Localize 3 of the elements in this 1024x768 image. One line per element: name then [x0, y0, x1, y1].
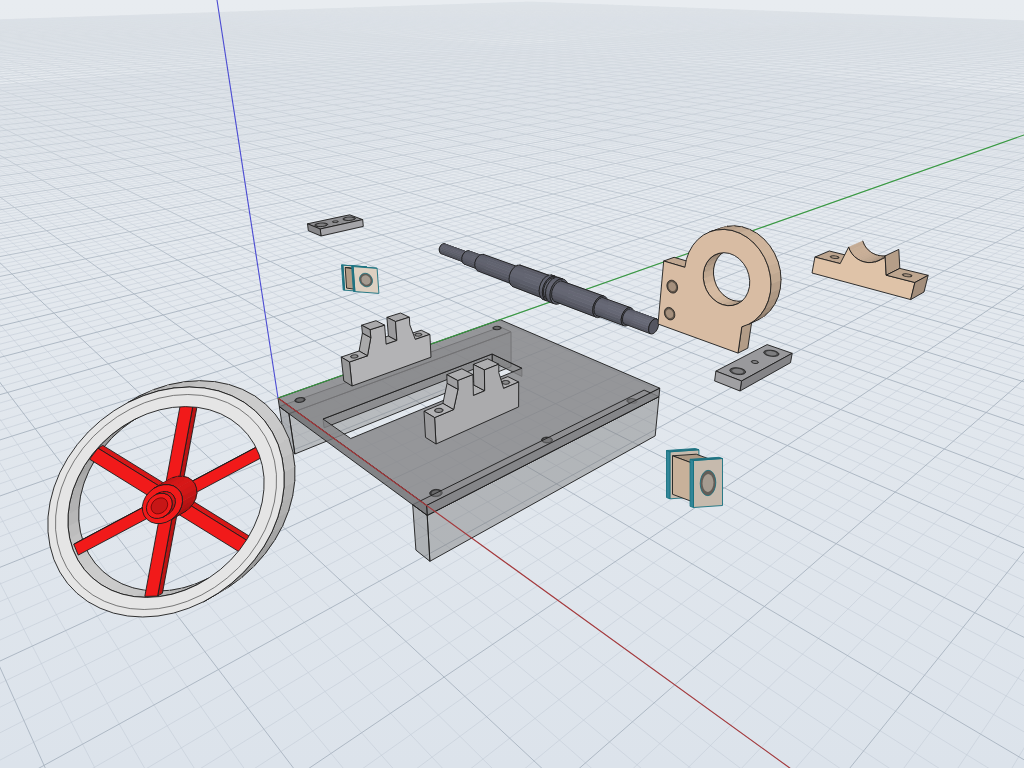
bushing [666, 448, 723, 508]
bushing [341, 264, 380, 294]
clamp-bar [307, 214, 364, 237]
